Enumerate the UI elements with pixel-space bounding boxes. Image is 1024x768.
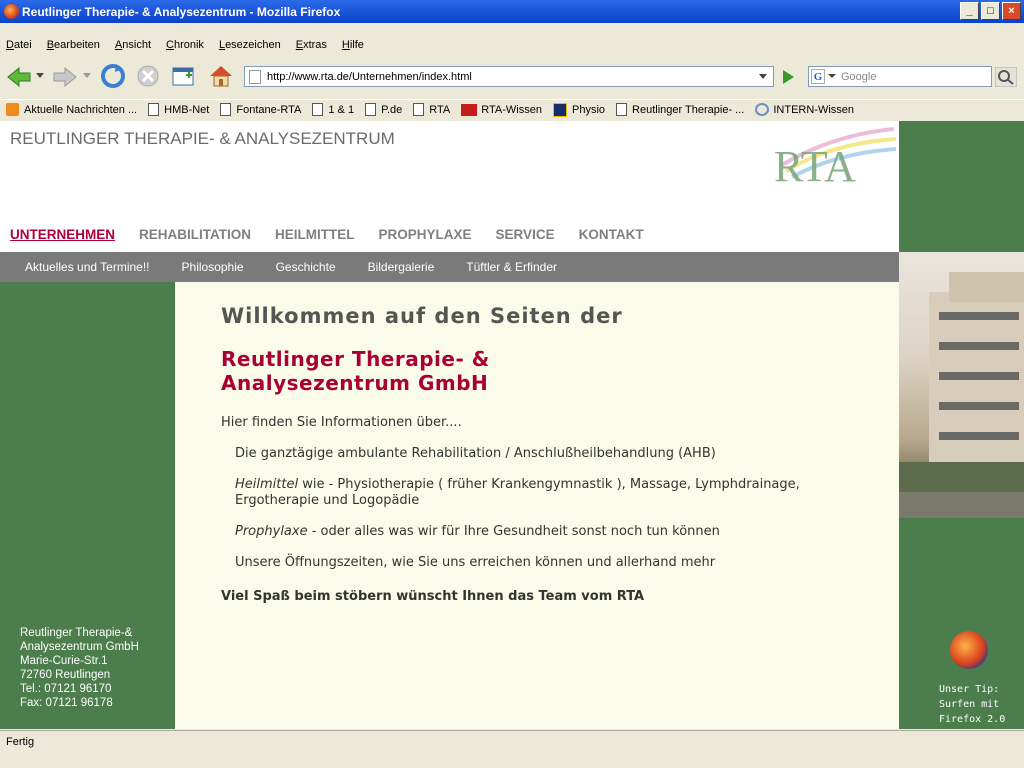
menu-bearbeiten[interactable]: Bearbeiten xyxy=(47,39,100,51)
status-bar: Fertig xyxy=(0,730,1024,752)
status-text: Fertig xyxy=(6,735,35,748)
bookmark-rta[interactable]: RTA xyxy=(413,103,450,116)
main-navigation: UNTERNEHMEN REHABILITATION HEILMITTEL PR… xyxy=(10,227,668,242)
subnav-geschichte[interactable]: Geschichte xyxy=(276,260,336,274)
menu-lesezeichen[interactable]: Lesezeichen xyxy=(219,39,281,51)
bookmark-pde[interactable]: P.de xyxy=(365,103,402,116)
rss-icon xyxy=(6,103,19,116)
subnav-aktuelles[interactable]: Aktuelles und Termine!! xyxy=(25,260,150,274)
item-heilmittel[interactable]: Heilmittel wie - Physiotherapie ( früher… xyxy=(235,477,835,509)
bookmark-reutlinger-therapie[interactable]: Reutlinger Therapie- ... xyxy=(616,103,744,116)
forward-dropdown-icon[interactable] xyxy=(83,73,91,79)
nav-service[interactable]: SERVICE xyxy=(496,227,555,242)
address-url: http://www.rta.de/Unternehmen/index.html xyxy=(267,70,472,83)
window-titlebar: Reutlinger Therapie- & Analysezentrum - … xyxy=(0,0,1024,23)
closing-text: Viel Spaß beim stöbern wünscht Ihnen das… xyxy=(221,589,645,604)
subnav-bildergalerie[interactable]: Bildergalerie xyxy=(368,260,435,274)
page-icon xyxy=(312,103,324,116)
bookmark-fontane-rta[interactable]: Fontane-RTA xyxy=(220,103,301,116)
home-icon[interactable] xyxy=(208,64,234,88)
minimize-button[interactable]: _ xyxy=(960,2,979,20)
sub-navigation: Aktuelles und Termine!! Philosophie Gesc… xyxy=(0,252,899,282)
ntv-icon xyxy=(461,103,478,116)
page-icon xyxy=(249,70,261,84)
maximize-button[interactable]: □ xyxy=(981,2,1000,20)
address-bar[interactable]: http://www.rta.de/Unternehmen/index.html xyxy=(244,66,774,87)
go-icon[interactable] xyxy=(778,67,798,86)
rta-logo[interactable]: RTA xyxy=(772,125,897,191)
page-icon xyxy=(413,103,425,116)
window-title: Reutlinger Therapie- & Analysezentrum - … xyxy=(22,4,341,19)
subnav-tueftler[interactable]: Tüftler & Erfinder xyxy=(466,260,557,274)
page-icon xyxy=(365,103,377,116)
menu-bar: Datei Bearbeiten Ansicht Chronik Lesezei… xyxy=(0,34,1024,56)
menu-ansicht[interactable]: Ansicht xyxy=(115,39,151,51)
physio-icon xyxy=(553,102,567,117)
svg-text:RTA: RTA xyxy=(774,142,856,191)
intern-icon xyxy=(755,103,770,116)
nav-heilmittel[interactable]: HEILMITTEL xyxy=(275,227,355,242)
item-service[interactable]: Unsere Öffnungszeiten, wie Sie uns errei… xyxy=(235,555,835,571)
nav-unternehmen[interactable]: UNTERNEHMEN xyxy=(10,227,115,242)
nav-kontakt[interactable]: KONTAKT xyxy=(579,227,644,242)
contact-address: Reutlinger Therapie-& Analysezentrum Gmb… xyxy=(20,627,139,709)
search-icon[interactable] xyxy=(995,67,1017,87)
firefox-icon xyxy=(4,4,19,19)
main-content: Willkommen auf den Seiten der Reutlinger… xyxy=(175,282,899,729)
item-prophylaxe[interactable]: Prophylaxe - oder alles was wir für Ihre… xyxy=(235,524,835,540)
reload-icon[interactable] xyxy=(100,63,126,89)
back-dropdown-icon[interactable] xyxy=(36,73,44,79)
address-dropdown-icon[interactable] xyxy=(757,70,769,82)
bookmark-hmb-net[interactable]: HMB-Net xyxy=(148,103,209,116)
bookmarks-toolbar: Aktuelle Nachrichten ... HMB-Net Fontane… xyxy=(0,99,1024,119)
nav-rehabilitation[interactable]: REHABILITATION xyxy=(139,227,251,242)
bookmark-1und1[interactable]: 1 & 1 xyxy=(312,103,354,116)
menu-extras[interactable]: Extras xyxy=(296,39,327,51)
page-viewport: REUTLINGER THERAPIE- & ANALYSEZENTRUM RT… xyxy=(0,121,1024,729)
stop-icon[interactable] xyxy=(136,64,160,88)
back-icon[interactable] xyxy=(6,65,32,89)
bookmark-intern-wissen[interactable]: INTERN-Wissen xyxy=(755,103,854,116)
firefox-logo-icon[interactable] xyxy=(950,631,988,669)
menu-datei[interactable]: Datei xyxy=(6,39,32,51)
item-rehabilitation[interactable]: Die ganztägige ambulante Rehabilitation … xyxy=(235,446,835,462)
page-icon xyxy=(148,103,160,116)
intro-text: Hier finden Sie Informationen über.... xyxy=(221,415,462,430)
new-tab-icon[interactable] xyxy=(172,65,196,87)
nav-prophylaxe[interactable]: PROPHYLAXE xyxy=(379,227,472,242)
bookmark-rta-wissen[interactable]: RTA-Wissen xyxy=(461,103,542,116)
close-button[interactable]: × xyxy=(1002,2,1021,20)
bookmark-physio[interactable]: Physio xyxy=(553,102,605,117)
google-engine-icon[interactable]: G xyxy=(811,69,825,84)
building-image xyxy=(899,272,1024,518)
welcome-heading: Willkommen auf den Seiten der xyxy=(221,304,623,328)
page-icon xyxy=(616,103,628,116)
subnav-philosophie[interactable]: Philosophie xyxy=(182,260,244,274)
search-engine-dropdown-icon[interactable] xyxy=(828,72,836,80)
building-photo xyxy=(899,252,1024,518)
menu-chronik[interactable]: Chronik xyxy=(166,39,204,51)
page-icon xyxy=(220,103,232,116)
site-header: REUTLINGER THERAPIE- & ANALYSEZENTRUM RT… xyxy=(0,121,899,252)
menu-hilfe[interactable]: Hilfe xyxy=(342,39,364,51)
forward-icon[interactable] xyxy=(52,65,78,89)
site-name: REUTLINGER THERAPIE- & ANALYSEZENTRUM xyxy=(10,129,395,148)
firefox-tip: Unser Tip: Surfen mit Firefox 2.0 xyxy=(939,684,1006,725)
company-heading: Reutlinger Therapie- & Analysezentrum Gm… xyxy=(221,347,490,395)
bookmark-aktuelle-nachrichten[interactable]: Aktuelle Nachrichten ... xyxy=(6,103,137,116)
